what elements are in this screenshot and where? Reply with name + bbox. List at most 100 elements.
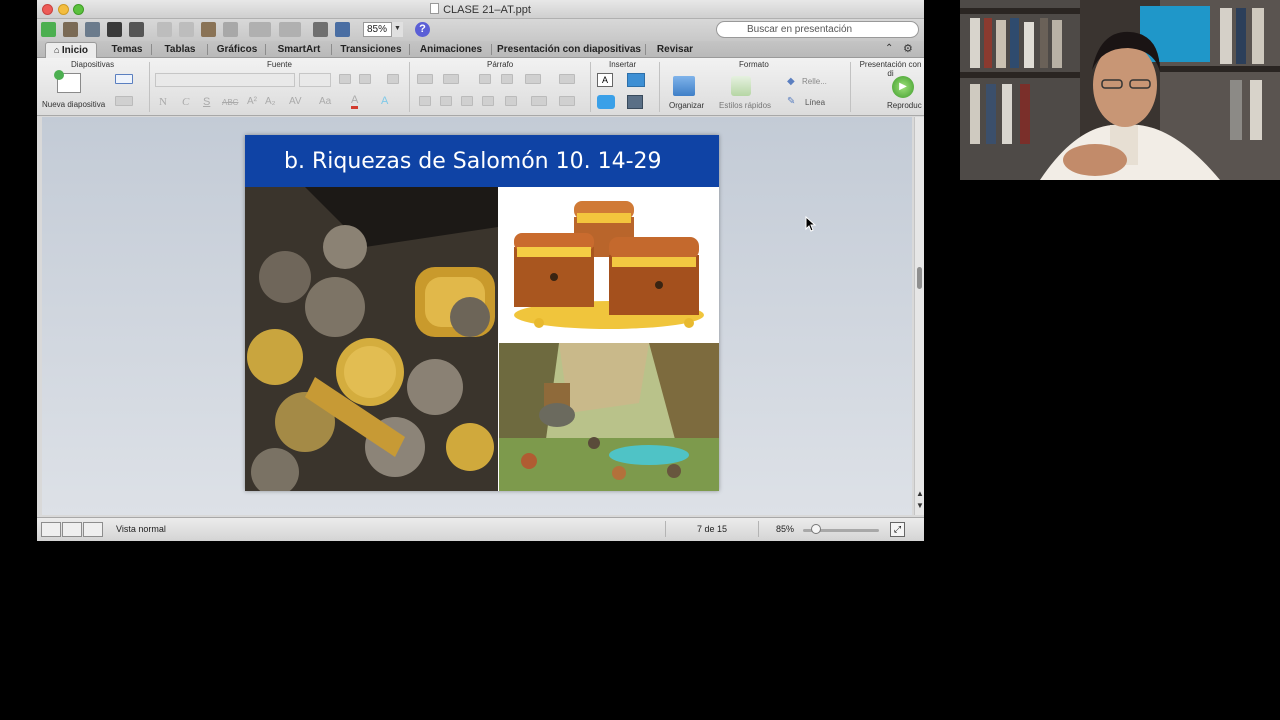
font-size-field[interactable]	[299, 73, 331, 87]
character-spacing-icon[interactable]: AV	[289, 96, 302, 107]
align-left-icon[interactable]	[419, 96, 431, 106]
undo-icon[interactable]	[249, 22, 271, 37]
tab-revisar[interactable]: Revisar	[649, 42, 701, 58]
new-slide-icon[interactable]	[54, 70, 81, 93]
format-painter-icon[interactable]	[223, 22, 238, 37]
previous-slide-icon[interactable]: ▲	[916, 489, 924, 498]
copy-icon[interactable]	[179, 22, 194, 37]
treasure-chests-image[interactable]	[499, 187, 719, 342]
text-effects-icon[interactable]: A	[381, 95, 388, 107]
window-title: CLASE 21–AT.ppt	[37, 3, 924, 16]
play-icon[interactable]: ▶	[892, 76, 914, 98]
slide-sorter-icon[interactable]	[313, 22, 328, 37]
shape-icon[interactable]	[597, 95, 615, 109]
line-button[interactable]: Línea	[805, 98, 825, 107]
vertical-align-icon[interactable]	[531, 96, 547, 106]
standard-toolbar: 85% ▼ ? 🔍 Buscar en presentación	[37, 19, 924, 41]
align-right-icon[interactable]	[461, 96, 473, 106]
tab-smartart[interactable]: SmartArt	[269, 42, 329, 58]
increase-indent-icon[interactable]	[501, 74, 513, 84]
text-box-icon[interactable]: A	[597, 73, 613, 87]
cut-icon[interactable]	[157, 22, 172, 37]
normal-view-button[interactable]	[41, 522, 61, 537]
decrease-font-icon[interactable]	[359, 74, 371, 84]
current-slide[interactable]: b. Riquezas de Salomón 10. 14-29	[245, 135, 719, 491]
print-icon[interactable]	[129, 22, 144, 37]
font-color-icon[interactable]: A	[351, 95, 359, 109]
vertical-scrollbar[interactable]: ▲ ▼	[914, 117, 924, 515]
clear-format-icon[interactable]	[387, 74, 399, 84]
picture-icon[interactable]	[627, 73, 645, 87]
zoom-slider-knob[interactable]	[810, 524, 821, 534]
italic-icon[interactable]: C	[182, 96, 189, 108]
increase-font-icon[interactable]	[339, 74, 351, 84]
layout-icon[interactable]	[115, 74, 133, 84]
superscript-icon[interactable]: A²	[247, 96, 257, 107]
section-icon[interactable]	[115, 96, 133, 106]
align-center-icon[interactable]	[440, 96, 452, 106]
gold-coins-image[interactable]	[245, 187, 498, 491]
tab-animaciones[interactable]: Animaciones	[413, 42, 489, 58]
tab-tablas[interactable]: Tablas	[155, 42, 205, 58]
strikethrough-icon[interactable]: ABC	[222, 98, 238, 107]
caravan-landscape-illustration	[499, 343, 719, 491]
line-icon: ✎	[787, 96, 796, 107]
font-name-field[interactable]	[155, 73, 295, 87]
smartart-convert-icon[interactable]	[559, 96, 575, 106]
columns-icon[interactable]	[559, 74, 575, 84]
media-browser-icon[interactable]	[335, 22, 350, 37]
home-icon: ⌂	[53, 45, 62, 55]
presenter-video-frame	[960, 0, 1280, 180]
arrange-button[interactable]: Organizar	[669, 101, 704, 110]
bold-icon[interactable]: N	[159, 96, 167, 108]
view-mode-label: Vista normal	[116, 524, 166, 534]
mouse-cursor-icon	[805, 216, 817, 232]
text-direction-icon[interactable]	[505, 96, 517, 106]
insert-media-icon[interactable]	[627, 95, 643, 109]
new-document-icon[interactable]	[41, 22, 56, 37]
quick-styles-icon[interactable]	[731, 76, 751, 96]
paste-icon[interactable]	[201, 22, 216, 37]
slide-workspace[interactable]: b. Riquezas de Salomón 10. 14-29	[42, 117, 912, 515]
arrange-icon[interactable]	[673, 76, 695, 96]
slide-sorter-view-button[interactable]	[62, 522, 82, 537]
group-separator	[409, 62, 410, 112]
tab-separator	[151, 44, 152, 55]
underline-icon[interactable]: S	[203, 96, 210, 108]
save-icon[interactable]	[107, 22, 122, 37]
line-spacing-icon[interactable]	[525, 74, 541, 84]
tab-inicio[interactable]: ⌂ Inicio	[45, 42, 97, 58]
slide-title[interactable]: b. Riquezas de Salomón 10. 14-29	[284, 149, 662, 174]
quick-styles-button[interactable]: Estilos rápidos	[719, 101, 771, 110]
fit-to-window-icon[interactable]: ⤢	[890, 522, 905, 537]
search-input[interactable]: Buscar en presentación	[716, 21, 919, 38]
redo-icon[interactable]	[279, 22, 301, 37]
collapse-ribbon-icon[interactable]: ⌃	[885, 43, 893, 54]
vertical-scroll-thumb[interactable]	[917, 267, 922, 289]
change-case-icon[interactable]: Aa	[319, 96, 331, 107]
next-slide-icon[interactable]: ▼	[916, 501, 924, 510]
help-icon[interactable]: ?	[415, 22, 430, 37]
tab-separator	[331, 44, 332, 55]
fill-button[interactable]: Relle...	[802, 77, 827, 86]
template-gallery-icon[interactable]	[63, 22, 78, 37]
justify-icon[interactable]	[482, 96, 494, 106]
slide-counter: 7 de 15	[665, 521, 759, 537]
new-slide-button[interactable]: Nueva diapositiva	[42, 100, 105, 109]
tab-transiciones[interactable]: Transiciones	[335, 42, 407, 58]
decrease-indent-icon[interactable]	[479, 74, 491, 84]
slideshow-view-button[interactable]	[83, 522, 103, 537]
play-from-start-button[interactable]: Reproduc	[887, 101, 922, 110]
gear-icon[interactable]: ⚙	[903, 42, 913, 55]
open-icon[interactable]	[85, 22, 100, 37]
zoom-dropdown-arrow[interactable]: ▼	[391, 22, 403, 37]
subscript-icon[interactable]: A₂	[265, 96, 276, 107]
tab-graficos[interactable]: Gráficos	[211, 42, 263, 58]
group-separator	[850, 62, 851, 112]
tab-presentacion-con-diapositivas[interactable]: Presentación con diapositivas	[495, 42, 643, 58]
tab-temas[interactable]: Temas	[105, 42, 149, 58]
numbering-icon[interactable]	[443, 74, 459, 84]
bullets-icon[interactable]	[417, 74, 433, 84]
group-label-formato: Formato	[739, 60, 769, 69]
caravan-landscape-image[interactable]	[499, 343, 719, 491]
